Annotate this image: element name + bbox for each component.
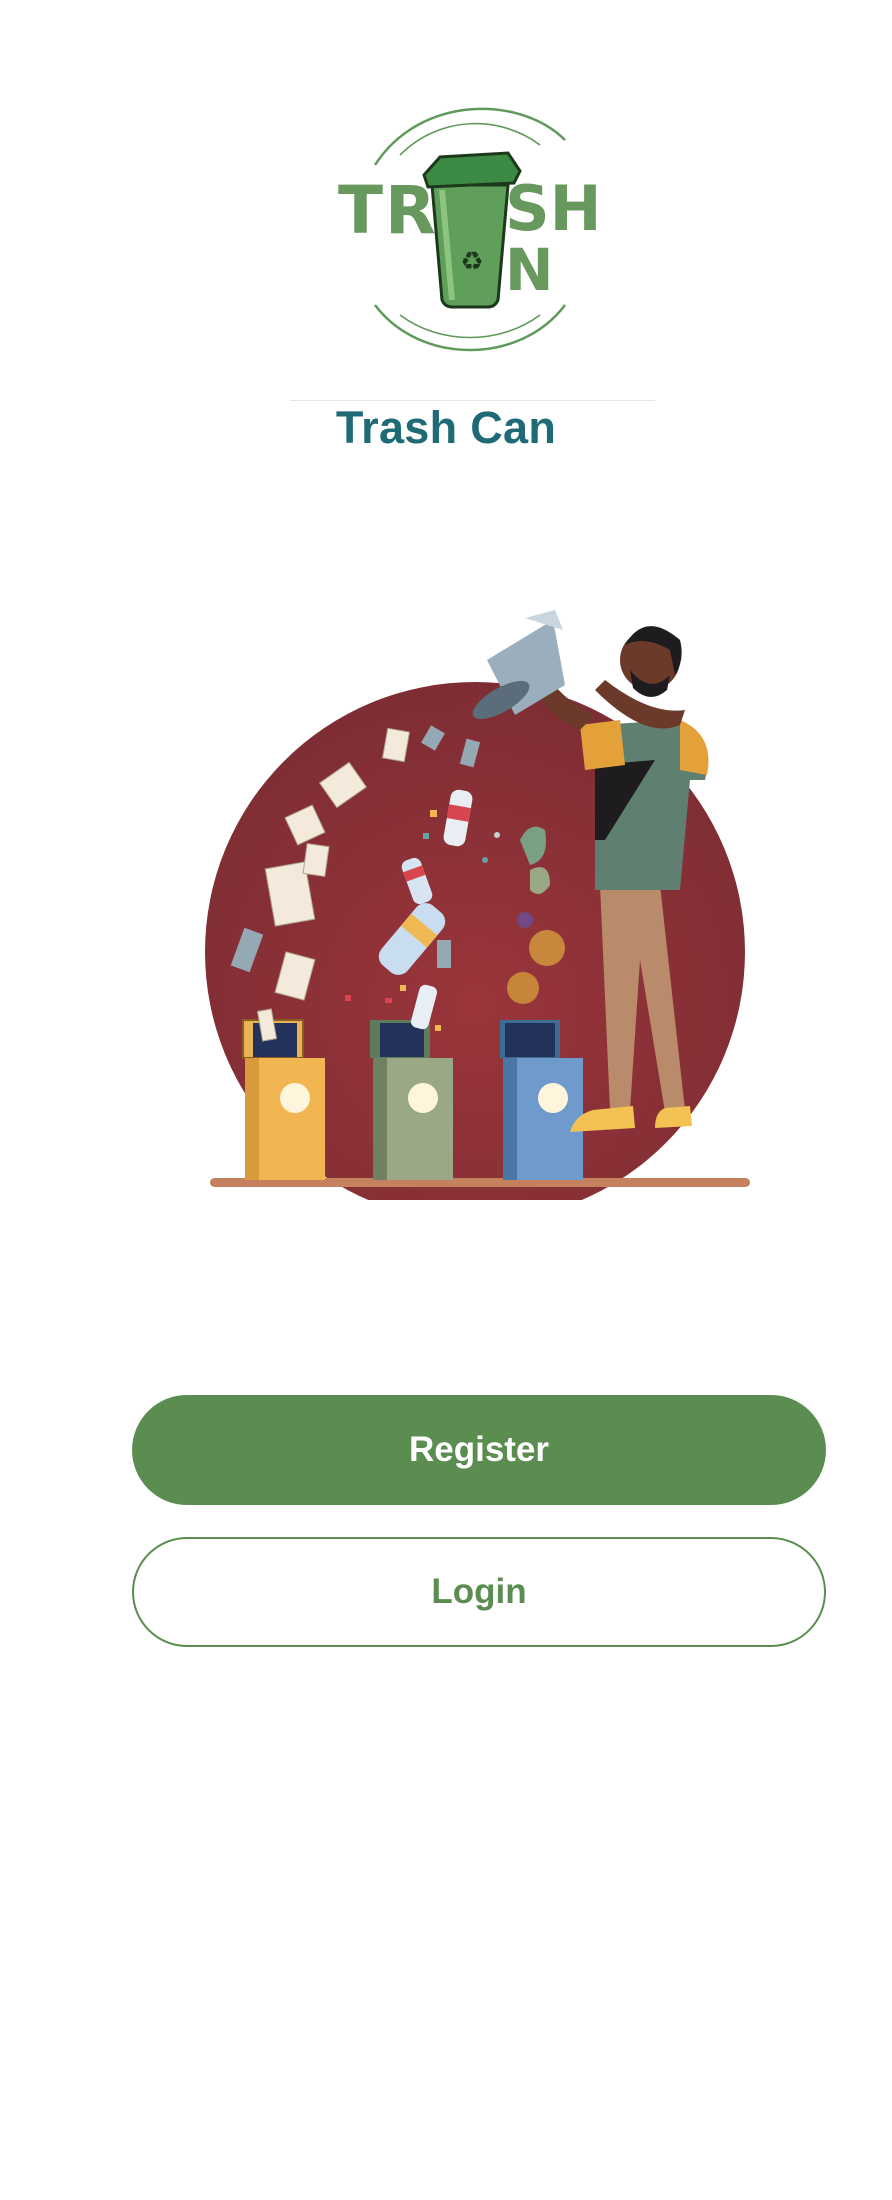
svg-text:♻: ♻: [460, 247, 483, 277]
login-button[interactable]: Login: [132, 1537, 826, 1647]
recycling-illustration: [205, 610, 750, 1200]
app-title: Trash Can: [335, 402, 557, 453]
register-button[interactable]: Register: [132, 1395, 826, 1505]
logo-letters-right: SH: [505, 172, 600, 245]
divider: [290, 400, 655, 401]
logo-letters-bottom: N: [505, 236, 554, 304]
logo-letters-left: TR: [338, 172, 438, 249]
trash-can-logo: TR SH N ♻: [338, 107, 600, 352]
